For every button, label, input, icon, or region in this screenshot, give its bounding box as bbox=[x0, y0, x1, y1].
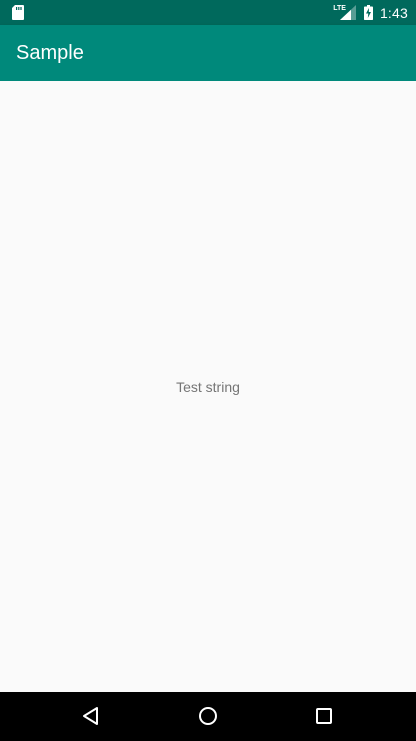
signal-icon bbox=[339, 5, 356, 20]
app-bar: Sample bbox=[0, 25, 416, 81]
sd-card-icon bbox=[12, 5, 24, 20]
clock: 1:43 bbox=[379, 4, 408, 21]
status-bar: LTE 1:43 bbox=[0, 0, 416, 25]
navigation-bar bbox=[0, 692, 416, 741]
recents-icon[interactable] bbox=[312, 704, 336, 728]
screen: LTE 1:43 Sample Test string bbox=[0, 0, 416, 741]
back-icon[interactable] bbox=[79, 704, 103, 728]
home-icon[interactable] bbox=[196, 704, 220, 728]
app-title: Sample bbox=[16, 42, 84, 64]
test-string-text: Test string bbox=[176, 379, 240, 395]
status-icons: LTE 1:43 bbox=[333, 0, 408, 25]
main-content: Test string bbox=[0, 81, 416, 692]
battery-charging-icon bbox=[363, 5, 373, 20]
